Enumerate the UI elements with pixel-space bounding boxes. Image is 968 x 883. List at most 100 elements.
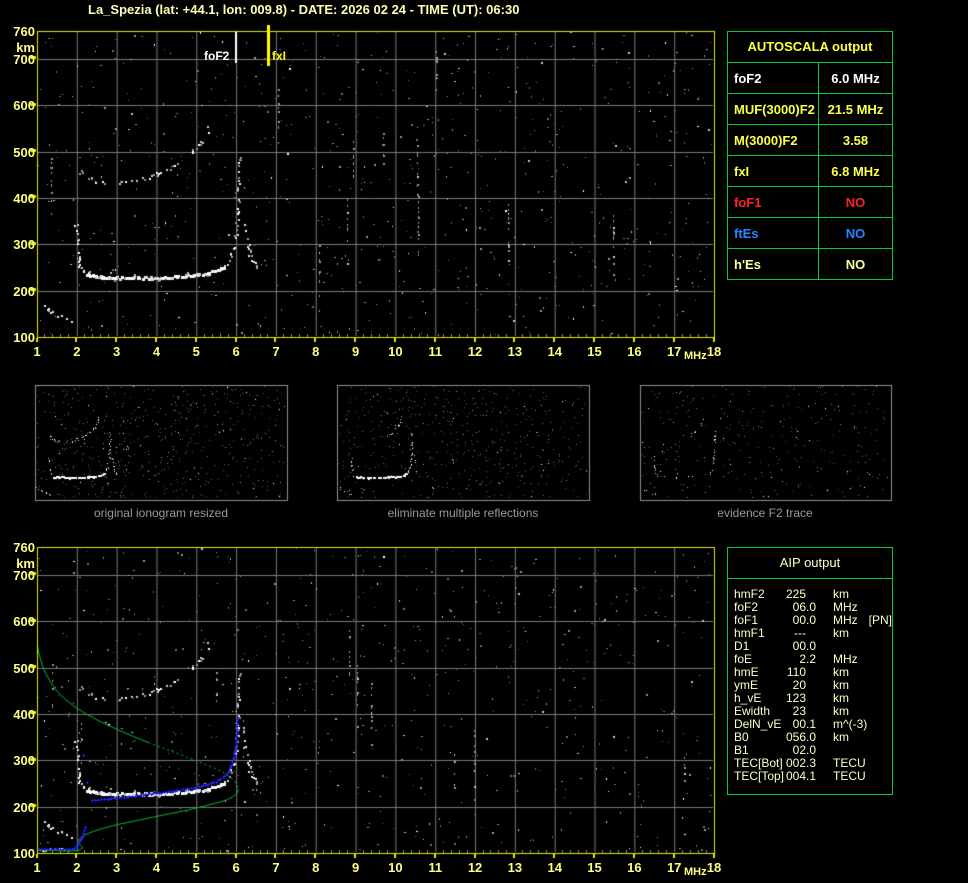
- row-value: 6.8 MHz: [831, 163, 880, 179]
- x-tick-label: 18: [706, 860, 722, 875]
- x-tick-label: 18: [706, 344, 722, 359]
- thumbnail-caption-original: original ionogram resized: [93, 506, 229, 520]
- x-tick-label: 9: [351, 344, 360, 359]
- row-unit: km: [833, 730, 849, 744]
- row-value: 3.58: [842, 132, 869, 148]
- row-value: NO: [845, 194, 866, 210]
- row-label: M(3000)F2: [728, 125, 819, 155]
- table-row: M(3000)F2 3.58: [728, 125, 892, 156]
- x-tick-label: 7: [272, 344, 280, 359]
- x-tick-label: 6: [232, 344, 240, 359]
- row-value: 21.5 MHz: [827, 101, 884, 117]
- table-row: ftEs NO: [728, 218, 892, 249]
- row-label: foF2: [728, 63, 819, 93]
- table-row: h'Es NO: [728, 249, 892, 279]
- y-tick-label: 200: [13, 799, 35, 815]
- x-tick-label: 3: [113, 860, 121, 875]
- table-row: fxI 6.8 MHz: [728, 156, 892, 187]
- x-tick-label: 8: [312, 344, 320, 359]
- row-value: NO: [845, 256, 866, 272]
- x-tick-label: 13: [507, 860, 523, 875]
- table-row: foF1 NO: [728, 187, 892, 218]
- y-tick-label: 100: [13, 846, 35, 861]
- x-tick-label: 2: [73, 344, 81, 359]
- x-tick-label: 4: [152, 860, 161, 875]
- y-tick-label: 500: [13, 660, 35, 676]
- row-label: foF1: [728, 187, 819, 217]
- x-tick-label: 2: [73, 860, 81, 875]
- x-tick-label: 3: [113, 344, 121, 359]
- x-tick-label: 15: [587, 860, 602, 875]
- row-label: h'Es: [728, 249, 819, 279]
- y-tick-label: 400: [13, 706, 35, 722]
- autoscala-table-header: AUTOSCALA output: [728, 32, 892, 63]
- x-tick-label: 6: [232, 860, 240, 875]
- autoscala-table-rows: foF2 6.0 MHz MUF(3000)F2 21.5 MHz M(3000)F2 3…: [728, 63, 892, 279]
- x-tick-label: 17: [666, 344, 682, 359]
- y-tick-label: 500: [13, 144, 35, 160]
- row-value: NO: [845, 225, 866, 241]
- y-tick-label: 400: [13, 190, 35, 206]
- x-tick-label: 9: [351, 860, 360, 875]
- x-tick-label: 11: [428, 344, 443, 359]
- y-tick-label: 300: [13, 237, 35, 253]
- x-tick-label: 1: [33, 860, 41, 875]
- row-value-frac: [806, 692, 818, 705]
- row-value-frac: .0: [806, 613, 817, 627]
- x-axis-unit: MHz: [684, 866, 707, 878]
- page-title: La_Spezia (lat: +44.1, lon: 009.8) - DAT…: [88, 2, 520, 17]
- row-value: 6.0 MHz: [831, 70, 880, 86]
- x-tick-label: 5: [192, 860, 200, 875]
- y-tick-label: 100: [13, 330, 35, 345]
- x-tick-label: 8: [312, 860, 320, 875]
- x-tick-label: 7: [272, 860, 280, 875]
- row-label: ftEs: [728, 218, 819, 248]
- x-tick-label: 10: [388, 344, 403, 359]
- thumbnail-caption-evidence: evidence F2 trace: [717, 506, 813, 520]
- table-row: foF2 6.0 MHz: [728, 63, 892, 94]
- row-value-frac: .2: [806, 652, 817, 666]
- row-value-frac: [806, 666, 818, 679]
- row-label: MUF(3000)F2: [728, 94, 819, 124]
- y-tick-label: 600: [13, 98, 35, 114]
- row-label: TEC[Top]: [734, 769, 785, 783]
- row-unit: km: [833, 626, 849, 640]
- y-tick-label: 200: [13, 283, 35, 299]
- fof2-marker-label: foF2: [204, 49, 230, 63]
- x-tick-label: 14: [547, 860, 562, 875]
- x-axis-unit: MHz: [684, 350, 707, 362]
- row-label: fxI: [728, 156, 819, 186]
- x-tick-label: 17: [666, 860, 682, 875]
- row-extra: [PN]: [868, 613, 892, 627]
- aip-output-table: AIP output hmF2 225 km foF2 06.0 MHz foF1 00.0 M…: [727, 547, 893, 795]
- fxi-marker-label: fxI: [272, 49, 287, 63]
- row-value-frac: [806, 679, 818, 692]
- aip-table-rows: hmF2 225 km foF2 06.0 MHz foF1 00.0 MHz [PN] hmF1-…: [728, 588, 892, 783]
- x-tick-label: 13: [507, 344, 523, 359]
- x-tick-label: 4: [152, 344, 161, 359]
- y-tick-label: 760: [13, 24, 35, 39]
- y-tick-label: 300: [13, 753, 35, 769]
- x-tick-label: 12: [467, 860, 483, 875]
- row-value-frac: .1: [806, 769, 817, 783]
- x-tick-label: 10: [388, 860, 403, 875]
- x-tick-label: 16: [627, 344, 642, 359]
- row-unit: TECU: [833, 769, 866, 783]
- x-tick-label: 16: [627, 860, 642, 875]
- table-row: MUF(3000)F2 21.5 MHz: [728, 94, 892, 125]
- x-tick-label: 1: [33, 344, 41, 359]
- x-tick-label: 5: [192, 344, 200, 359]
- x-tick-label: 14: [547, 344, 562, 359]
- x-tick-label: 11: [428, 860, 443, 875]
- y-tick-label: 700: [13, 51, 35, 67]
- autoscala-output-table: AUTOSCALA output foF2 6.0 MHz MUF(3000)F2 2…: [727, 31, 893, 280]
- aip-table-header: AIP output: [728, 548, 892, 579]
- x-tick-label: 12: [467, 344, 483, 359]
- y-tick-label: 600: [13, 614, 35, 630]
- table-row: TEC[Top] 004.1 TECU: [728, 770, 892, 783]
- y-tick-label: 760: [13, 540, 35, 555]
- x-tick-label: 15: [587, 344, 602, 359]
- row-value-int: 004: [785, 769, 807, 783]
- thumbnail-caption-eliminate: eliminate multiple reflections: [387, 506, 539, 520]
- y-tick-label: 700: [13, 567, 35, 583]
